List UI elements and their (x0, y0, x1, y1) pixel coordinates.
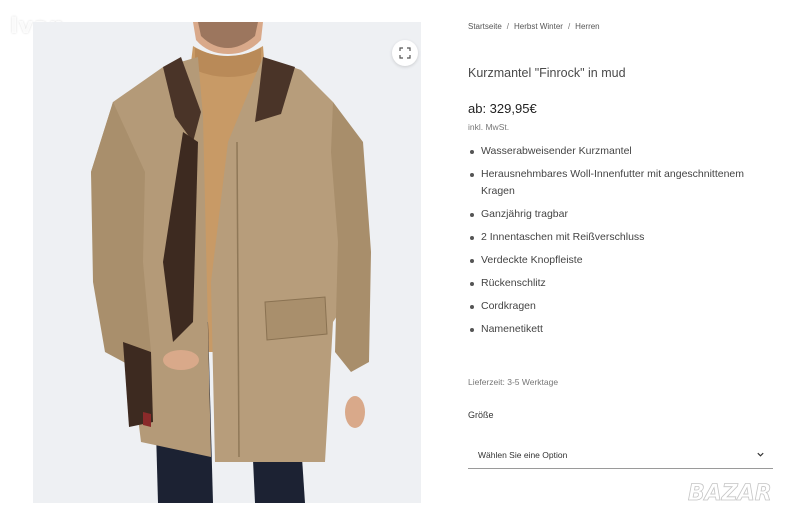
breadcrumb-link-herbst-winter[interactable]: Herbst Winter (514, 22, 563, 31)
feature-item: 2 Innentaschen mit Reißverschluss (468, 229, 773, 246)
tax-note: inkl. MwSt. (468, 122, 510, 132)
feature-item: Verdeckte Knopfleiste (468, 252, 773, 269)
coat-illustration (33, 22, 421, 503)
delivery-time: Lieferzeit: 3-5 Werktage (468, 377, 559, 387)
product-image[interactable] (33, 22, 421, 503)
breadcrumb: Startseite / Herbst Winter / Herren (468, 22, 600, 31)
breadcrumb-separator: / (567, 22, 571, 31)
size-select[interactable]: Wählen Sie eine Option (468, 442, 773, 469)
size-label: Größe (468, 410, 494, 420)
bazar-watermark-text: BAZAR (688, 481, 772, 506)
feature-item: Rückenschlitz (468, 275, 773, 292)
feature-item: Cordkragen (468, 298, 773, 315)
product-price: ab: 329,95€ (468, 101, 537, 116)
breadcrumb-separator: / (506, 22, 510, 31)
feature-list: Wasserabweisender Kurzmantel Herausnehmb… (468, 143, 773, 344)
breadcrumb-link-startseite[interactable]: Startseite (468, 22, 502, 31)
feature-item: Herausnehmbares Woll-Innenfutter mit ang… (468, 166, 773, 200)
expand-icon (399, 47, 411, 59)
zoom-button[interactable] (392, 40, 418, 66)
bazar-watermark-logo: BAZAR (688, 481, 773, 507)
breadcrumb-link-herren[interactable]: Herren (575, 22, 599, 31)
product-title: Kurzmantel "Finrock" in mud (468, 66, 626, 80)
feature-item: Namenetikett (468, 321, 773, 338)
size-select-value: Wählen Sie eine Option (478, 450, 568, 460)
feature-item: Ganzjährig tragbar (468, 206, 773, 223)
chevron-down-icon (757, 452, 764, 457)
feature-item: Wasserabweisender Kurzmantel (468, 143, 773, 160)
